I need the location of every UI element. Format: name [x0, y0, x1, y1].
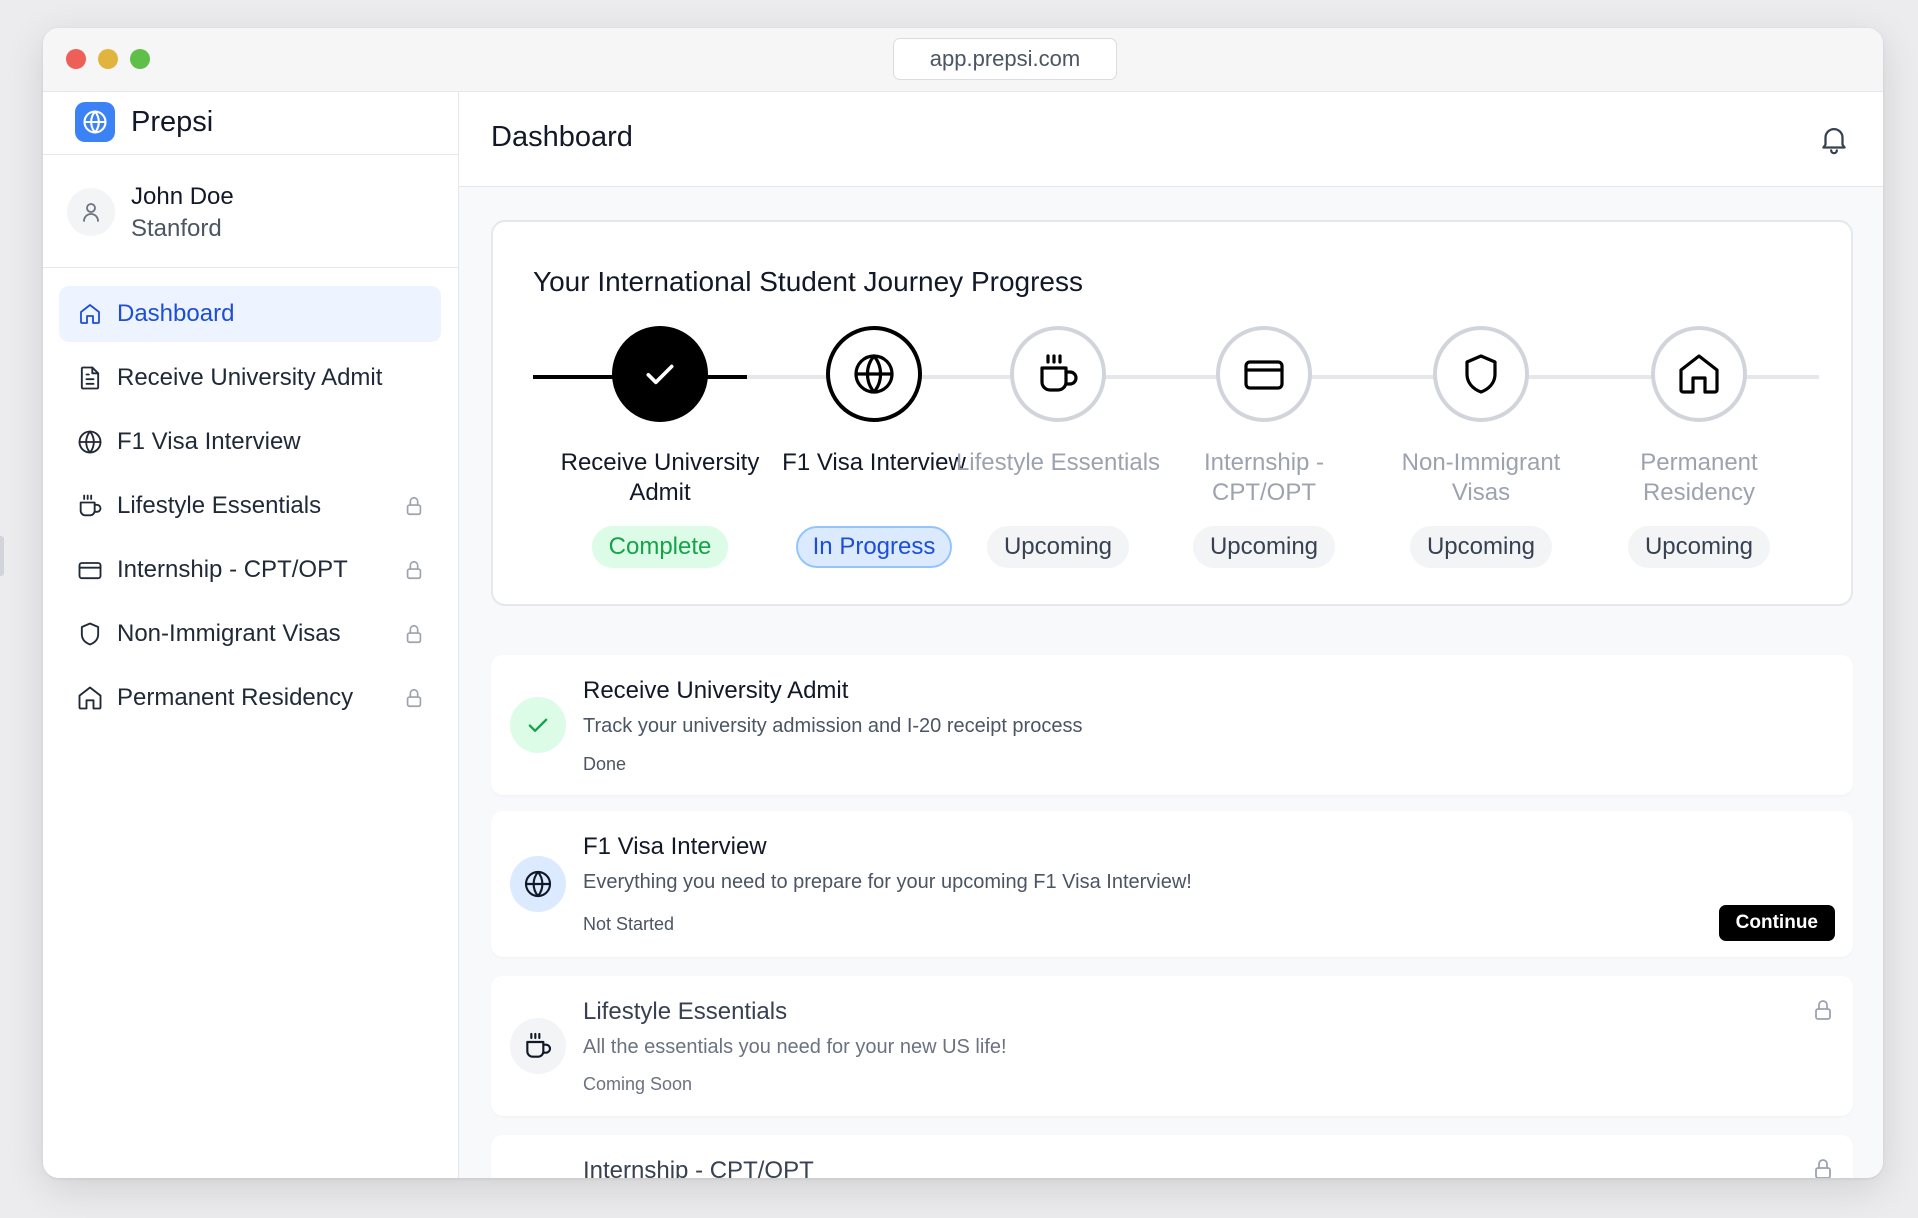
status-badge: In Progress: [795, 526, 953, 568]
sidebar-nav: Dashboard Receive University Admit F1 Vi…: [59, 286, 441, 734]
step-label: Permanent Residency: [1640, 449, 1758, 506]
globe-icon: [510, 856, 566, 912]
step-label: Receive University Admit: [560, 449, 760, 506]
sidebar: Prepsi John Doe Stanford Dashboard Recei…: [43, 92, 459, 1178]
lock-icon: [1815, 1159, 1831, 1178]
avatar: [67, 188, 115, 236]
task-description: All the essentials you need for your new…: [583, 1036, 1007, 1058]
brand: Prepsi: [43, 92, 458, 155]
sidebar-item-dashboard[interactable]: Dashboard: [59, 286, 441, 342]
sidebar-item-f1-visa-interview[interactable]: F1 Visa Interview: [59, 414, 441, 470]
maximize-window-button[interactable]: [130, 49, 150, 69]
user-name: John Doe: [131, 183, 234, 210]
sidebar-item-label: Non-Immigrant Visas: [117, 620, 341, 647]
status-badge: Upcoming: [1627, 526, 1771, 568]
window-edge-handle: [0, 536, 4, 576]
status-badge: Upcoming: [1409, 526, 1553, 568]
task-status: Coming Soon: [583, 1074, 693, 1094]
globe-icon: [75, 102, 115, 142]
task-title: Internship - CPT/OPT: [583, 1157, 814, 1178]
brand-name: Prepsi: [131, 106, 214, 138]
shield-icon: [75, 619, 105, 649]
check-icon: [612, 326, 708, 422]
sidebar-item-internship-cpt-opt[interactable]: Internship - CPT/OPT: [59, 542, 441, 598]
bell-icon[interactable]: [1817, 122, 1851, 156]
sidebar-item-lifestyle-essentials[interactable]: Lifestyle Essentials: [59, 478, 441, 534]
sidebar-item-label: Permanent Residency: [117, 684, 354, 711]
sidebar-item-receive-university-admit[interactable]: Receive University Admit: [59, 350, 441, 406]
close-window-button[interactable]: [66, 49, 86, 69]
url-bar[interactable]: app.prepsi.com: [893, 38, 1117, 80]
step-internship-cpt-opt[interactable]: Internship - CPT/OPT Upcoming: [1154, 326, 1374, 568]
minimize-window-button[interactable]: [98, 49, 118, 69]
user-icon: [83, 203, 99, 222]
step-permanent-residency[interactable]: Permanent Residency Upcoming: [1589, 326, 1809, 568]
task-description: Everything you need to prepare for your …: [583, 871, 1192, 893]
continue-button[interactable]: Continue: [1718, 905, 1835, 941]
home-icon: [1651, 326, 1747, 422]
browser-titlebar: app.prepsi.com: [43, 28, 1883, 92]
sidebar-item-permanent-residency[interactable]: Permanent Residency: [59, 670, 441, 726]
status-badge: Complete: [591, 526, 729, 568]
task-title: Lifestyle Essentials: [583, 998, 788, 1025]
globe-icon: [826, 326, 922, 422]
task-card-lifestyle-essentials[interactable]: Lifestyle Essentials All the essentials …: [491, 976, 1853, 1116]
lock-icon: [406, 560, 422, 580]
step-label: Non-Immigrant Visas: [1401, 449, 1561, 506]
home-icon: [75, 299, 105, 329]
task-card-f1-visa-interview[interactable]: F1 Visa Interview Everything you need to…: [491, 811, 1853, 957]
lock-icon: [1815, 1000, 1831, 1020]
coffee-icon: [75, 491, 105, 521]
home-icon: [75, 683, 105, 713]
step-label: Lifestyle Essentials: [955, 449, 1161, 476]
task-title: Receive University Admit: [583, 677, 849, 704]
task-status: Not Started: [583, 914, 675, 934]
task-card-receive-university-admit[interactable]: Receive University Admit Track your univ…: [491, 655, 1853, 795]
sidebar-item-label: Lifestyle Essentials: [117, 492, 322, 519]
topbar: Dashboard: [459, 92, 1883, 187]
step-receive-university-admit[interactable]: Receive University Admit Complete: [550, 326, 770, 568]
globe-icon: [75, 427, 105, 457]
task-description: Track your university admission and I-20…: [583, 715, 1083, 737]
browser-window: app.prepsi.com Prepsi John Doe Stanford: [43, 28, 1883, 1178]
user-school: Stanford: [131, 215, 222, 242]
sidebar-item-non-immigrant-visas[interactable]: Non-Immigrant Visas: [59, 606, 441, 662]
sidebar-item-label: F1 Visa Interview: [117, 428, 301, 455]
shield-icon: [1433, 326, 1529, 422]
task-status: Done: [583, 754, 627, 774]
document-icon: [75, 363, 105, 393]
journey-progress-card: Your International Student Journey Progr…: [491, 220, 1853, 606]
check-icon: [510, 697, 566, 753]
status-badge: Upcoming: [986, 526, 1130, 568]
task-title: F1 Visa Interview: [583, 833, 767, 860]
progress-title: Your International Student Journey Progr…: [533, 266, 1083, 297]
coffee-icon: [510, 1018, 566, 1074]
credit-card-icon: [75, 555, 105, 585]
lock-icon: [406, 688, 422, 708]
main-content: Dashboard Your International Student Jou…: [459, 92, 1883, 1178]
step-non-immigrant-visas[interactable]: Non-Immigrant Visas Upcoming: [1371, 326, 1591, 568]
user-profile[interactable]: John Doe Stanford: [43, 155, 458, 268]
lock-icon: [406, 496, 422, 516]
step-label: Internship - CPT/OPT: [1203, 449, 1325, 506]
sidebar-item-label: Receive University Admit: [117, 364, 383, 391]
credit-card-icon: [1216, 326, 1312, 422]
sidebar-item-label: Dashboard: [117, 300, 235, 327]
coffee-icon: [1010, 326, 1106, 422]
task-card-internship-cpt-opt[interactable]: Internship - CPT/OPT: [491, 1135, 1853, 1178]
sidebar-item-label: Internship - CPT/OPT: [117, 556, 348, 583]
lock-icon: [406, 624, 422, 644]
status-badge: Upcoming: [1192, 526, 1336, 568]
page-title: Dashboard: [491, 121, 633, 153]
step-lifestyle-essentials[interactable]: Lifestyle Essentials Upcoming: [948, 326, 1168, 568]
